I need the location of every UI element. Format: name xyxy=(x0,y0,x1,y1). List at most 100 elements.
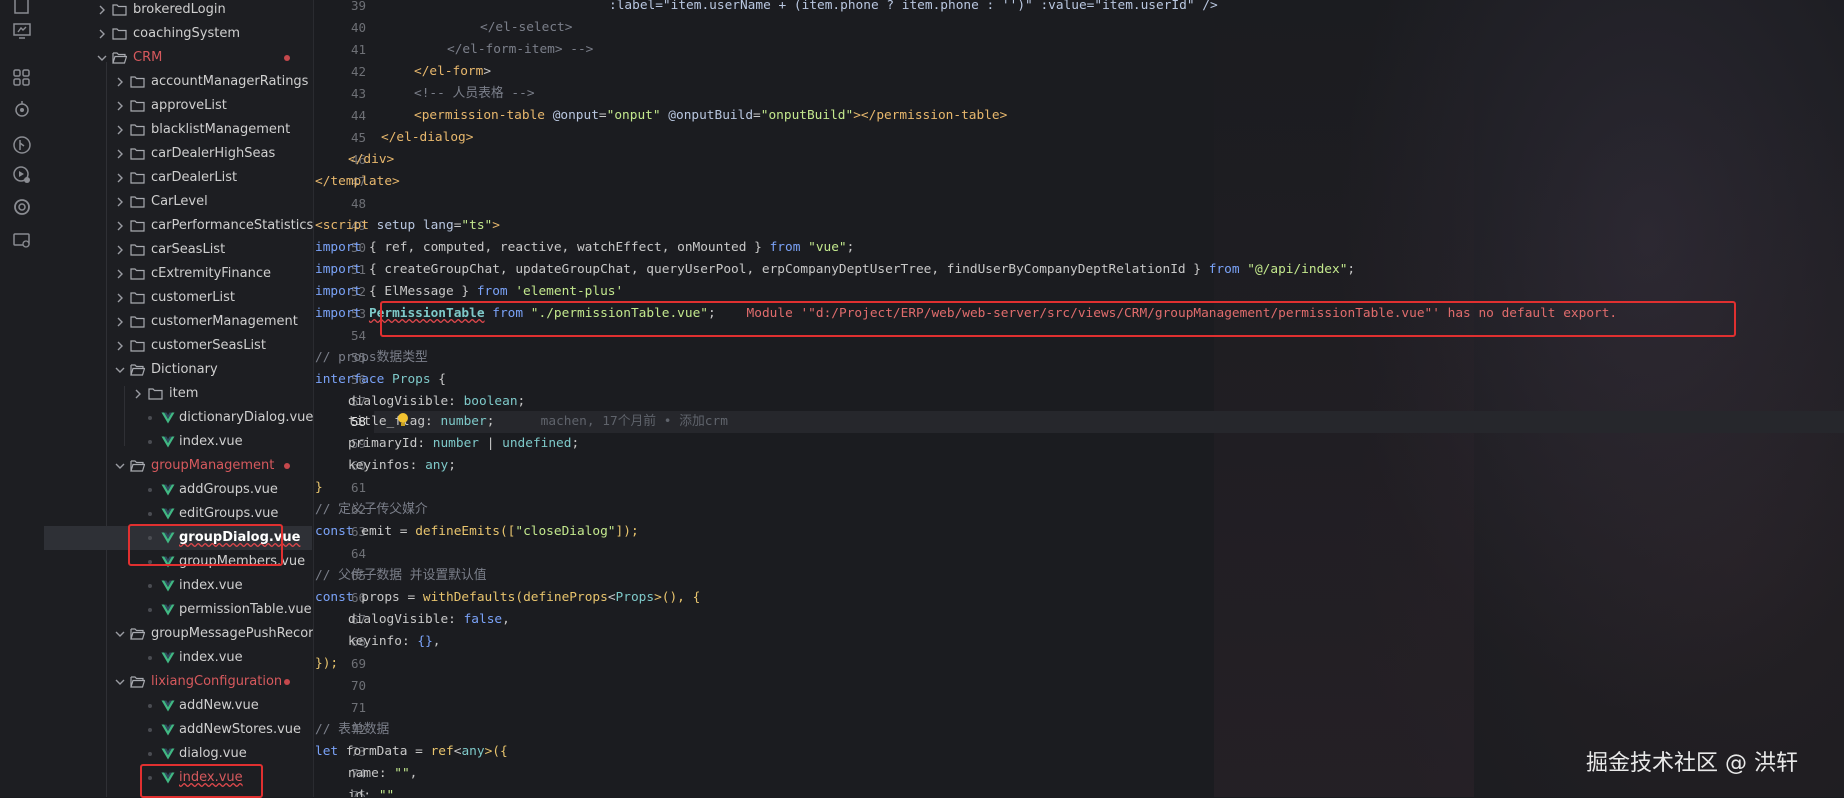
gitlens-icon[interactable] xyxy=(12,100,32,120)
lightbulb-icon[interactable] xyxy=(396,412,410,428)
tree-folder-item[interactable]: brokeredLogin xyxy=(44,0,312,22)
tree-file-item[interactable]: dictionaryDialog.vue xyxy=(44,406,314,430)
monitor-icon[interactable] xyxy=(12,21,32,41)
code-token: const xyxy=(315,590,354,605)
code-token: "onputBuild" xyxy=(760,108,854,123)
code-token: 'element-plus' xyxy=(507,284,624,299)
activity-bar xyxy=(0,0,45,797)
tree-folder-item[interactable]: Dictionary xyxy=(44,358,312,382)
tree-file-item[interactable]: index.vue xyxy=(44,646,312,670)
run-debug-icon[interactable] xyxy=(12,165,32,185)
chevron-down-icon[interactable] xyxy=(114,460,126,472)
tree-file-item[interactable]: index.vue xyxy=(44,430,312,454)
code-token: </div> xyxy=(348,152,395,167)
tree-folder-item[interactable]: coachingSystem xyxy=(44,22,312,46)
chevron-right-icon[interactable] xyxy=(132,388,144,400)
chevron-right-icon[interactable] xyxy=(114,124,126,136)
tree-file-item[interactable]: permissionTable.vue xyxy=(44,598,312,622)
tree-item-label: groupMessagePushRecor... xyxy=(151,626,314,641)
tree-folder-item[interactable]: CRM xyxy=(44,46,312,70)
chevron-right-icon[interactable] xyxy=(114,148,126,160)
tree-bullet xyxy=(148,608,152,612)
code-token: < xyxy=(607,590,616,605)
code-token: props xyxy=(353,590,400,605)
chevron-right-icon[interactable] xyxy=(114,172,126,184)
chevron-right-icon[interactable] xyxy=(114,220,126,232)
remote-explorer-icon[interactable] xyxy=(12,230,32,250)
code-token: | xyxy=(479,436,503,451)
extensions-icon[interactable] xyxy=(12,68,32,88)
chevron-down-icon[interactable] xyxy=(114,676,126,688)
folder-open-icon xyxy=(130,459,145,472)
folder-icon xyxy=(148,387,163,400)
folder-open-icon xyxy=(130,675,145,688)
tree-folder-item[interactable]: cExtremityFinance xyxy=(44,262,312,286)
line-number: 44 xyxy=(350,108,366,123)
code-line-67: dialogVisible: false, xyxy=(348,609,510,631)
code-token: @onput xyxy=(544,108,599,123)
code-line-39: :label="item.userName + (item.phone ? it… xyxy=(609,0,1218,17)
tree-folder-item[interactable]: lixiangConfiguration xyxy=(44,670,312,694)
tree-file-item[interactable]: addNewStores.vue xyxy=(44,718,312,742)
chevron-down-icon[interactable] xyxy=(114,364,126,376)
chevron-right-icon[interactable] xyxy=(96,28,108,40)
source-control-icon[interactable] xyxy=(12,135,32,155)
chevron-right-icon[interactable] xyxy=(114,196,126,208)
chevron-right-icon[interactable] xyxy=(96,4,108,16)
code-editor[interactable]: 39 40 41 42 43 44 45 46 47 48 49 50 51 52 53 54 55 56 57 58… xyxy=(314,0,1844,797)
code-token: keyinfo xyxy=(348,634,402,649)
code-token: : xyxy=(448,612,464,627)
chevron-down-icon[interactable] xyxy=(114,628,126,640)
chevron-right-icon[interactable] xyxy=(114,292,126,304)
tree-file-item[interactable]: dialog.vue xyxy=(44,742,312,766)
chevron-right-icon[interactable] xyxy=(114,316,126,328)
tree-folder-item[interactable]: carDealerList xyxy=(44,166,312,190)
code-token: </el-select> xyxy=(480,20,573,35)
explorer-icon[interactable] xyxy=(12,0,32,16)
tree-folder-item[interactable]: customerList xyxy=(44,286,312,310)
tree-folder-item[interactable]: groupMessagePushRecor... xyxy=(44,622,314,646)
tree-folder-item[interactable]: customerManagement xyxy=(44,310,312,334)
tree-folder-item[interactable]: carPerformanceStatistics xyxy=(44,214,313,238)
code-line-72: // 表单数据 xyxy=(315,719,389,741)
chevron-right-icon[interactable] xyxy=(114,340,126,352)
vue-file-icon xyxy=(161,411,175,425)
chevron-right-icon[interactable] xyxy=(114,244,126,256)
tree-folder-item[interactable]: customerSeasList xyxy=(44,334,312,358)
tree-folder-item[interactable]: accountManagerRatings xyxy=(44,70,312,94)
chevron-right-icon[interactable] xyxy=(114,76,126,88)
tree-folder-item[interactable]: groupManagement xyxy=(44,454,312,478)
code-token: const xyxy=(315,524,354,539)
tree-file-item[interactable]: editGroups.vue xyxy=(44,502,312,526)
chevron-down-icon[interactable] xyxy=(96,52,108,64)
code-token: : xyxy=(401,634,418,649)
chevron-right-icon[interactable] xyxy=(114,268,126,280)
code-token: = xyxy=(598,108,607,123)
tree-file-item[interactable]: addNew.vue xyxy=(44,694,312,718)
code-token: interface xyxy=(315,372,385,387)
tree-item-label: editGroups.vue xyxy=(179,506,279,521)
tree-item-label: dictionaryDialog.vue xyxy=(179,410,314,425)
tree-folder-item[interactable]: CarLevel xyxy=(44,190,312,214)
tree-folder-item[interactable]: carDealerHighSeas xyxy=(44,142,312,166)
tree-file-item[interactable]: index.vue xyxy=(44,574,312,598)
vue-file-icon xyxy=(161,723,175,737)
folder-open-icon xyxy=(130,363,145,376)
line-number: 43 xyxy=(350,86,366,101)
error-highlight-box xyxy=(380,301,1736,337)
file-highlight-box xyxy=(128,524,283,566)
tree-folder-item[interactable]: blacklistManagement xyxy=(44,118,312,142)
folder-icon xyxy=(130,291,145,304)
code-line-56: interface Props { xyxy=(315,369,446,391)
tree-file-item[interactable]: addGroups.vue xyxy=(44,478,312,502)
code-token: any xyxy=(461,744,485,759)
code-token: emit xyxy=(353,524,393,539)
code-token: ; xyxy=(846,240,855,255)
tree-folder-item[interactable]: approveList xyxy=(44,94,312,118)
folder-icon xyxy=(130,315,145,328)
remote-icon[interactable] xyxy=(12,197,32,217)
code-token: { ref, computed, reactive, watchEffect, … xyxy=(361,240,770,255)
tree-folder-item[interactable]: carSeasList xyxy=(44,238,312,262)
tree-folder-item[interactable]: item xyxy=(44,382,312,406)
chevron-right-icon[interactable] xyxy=(114,100,126,112)
